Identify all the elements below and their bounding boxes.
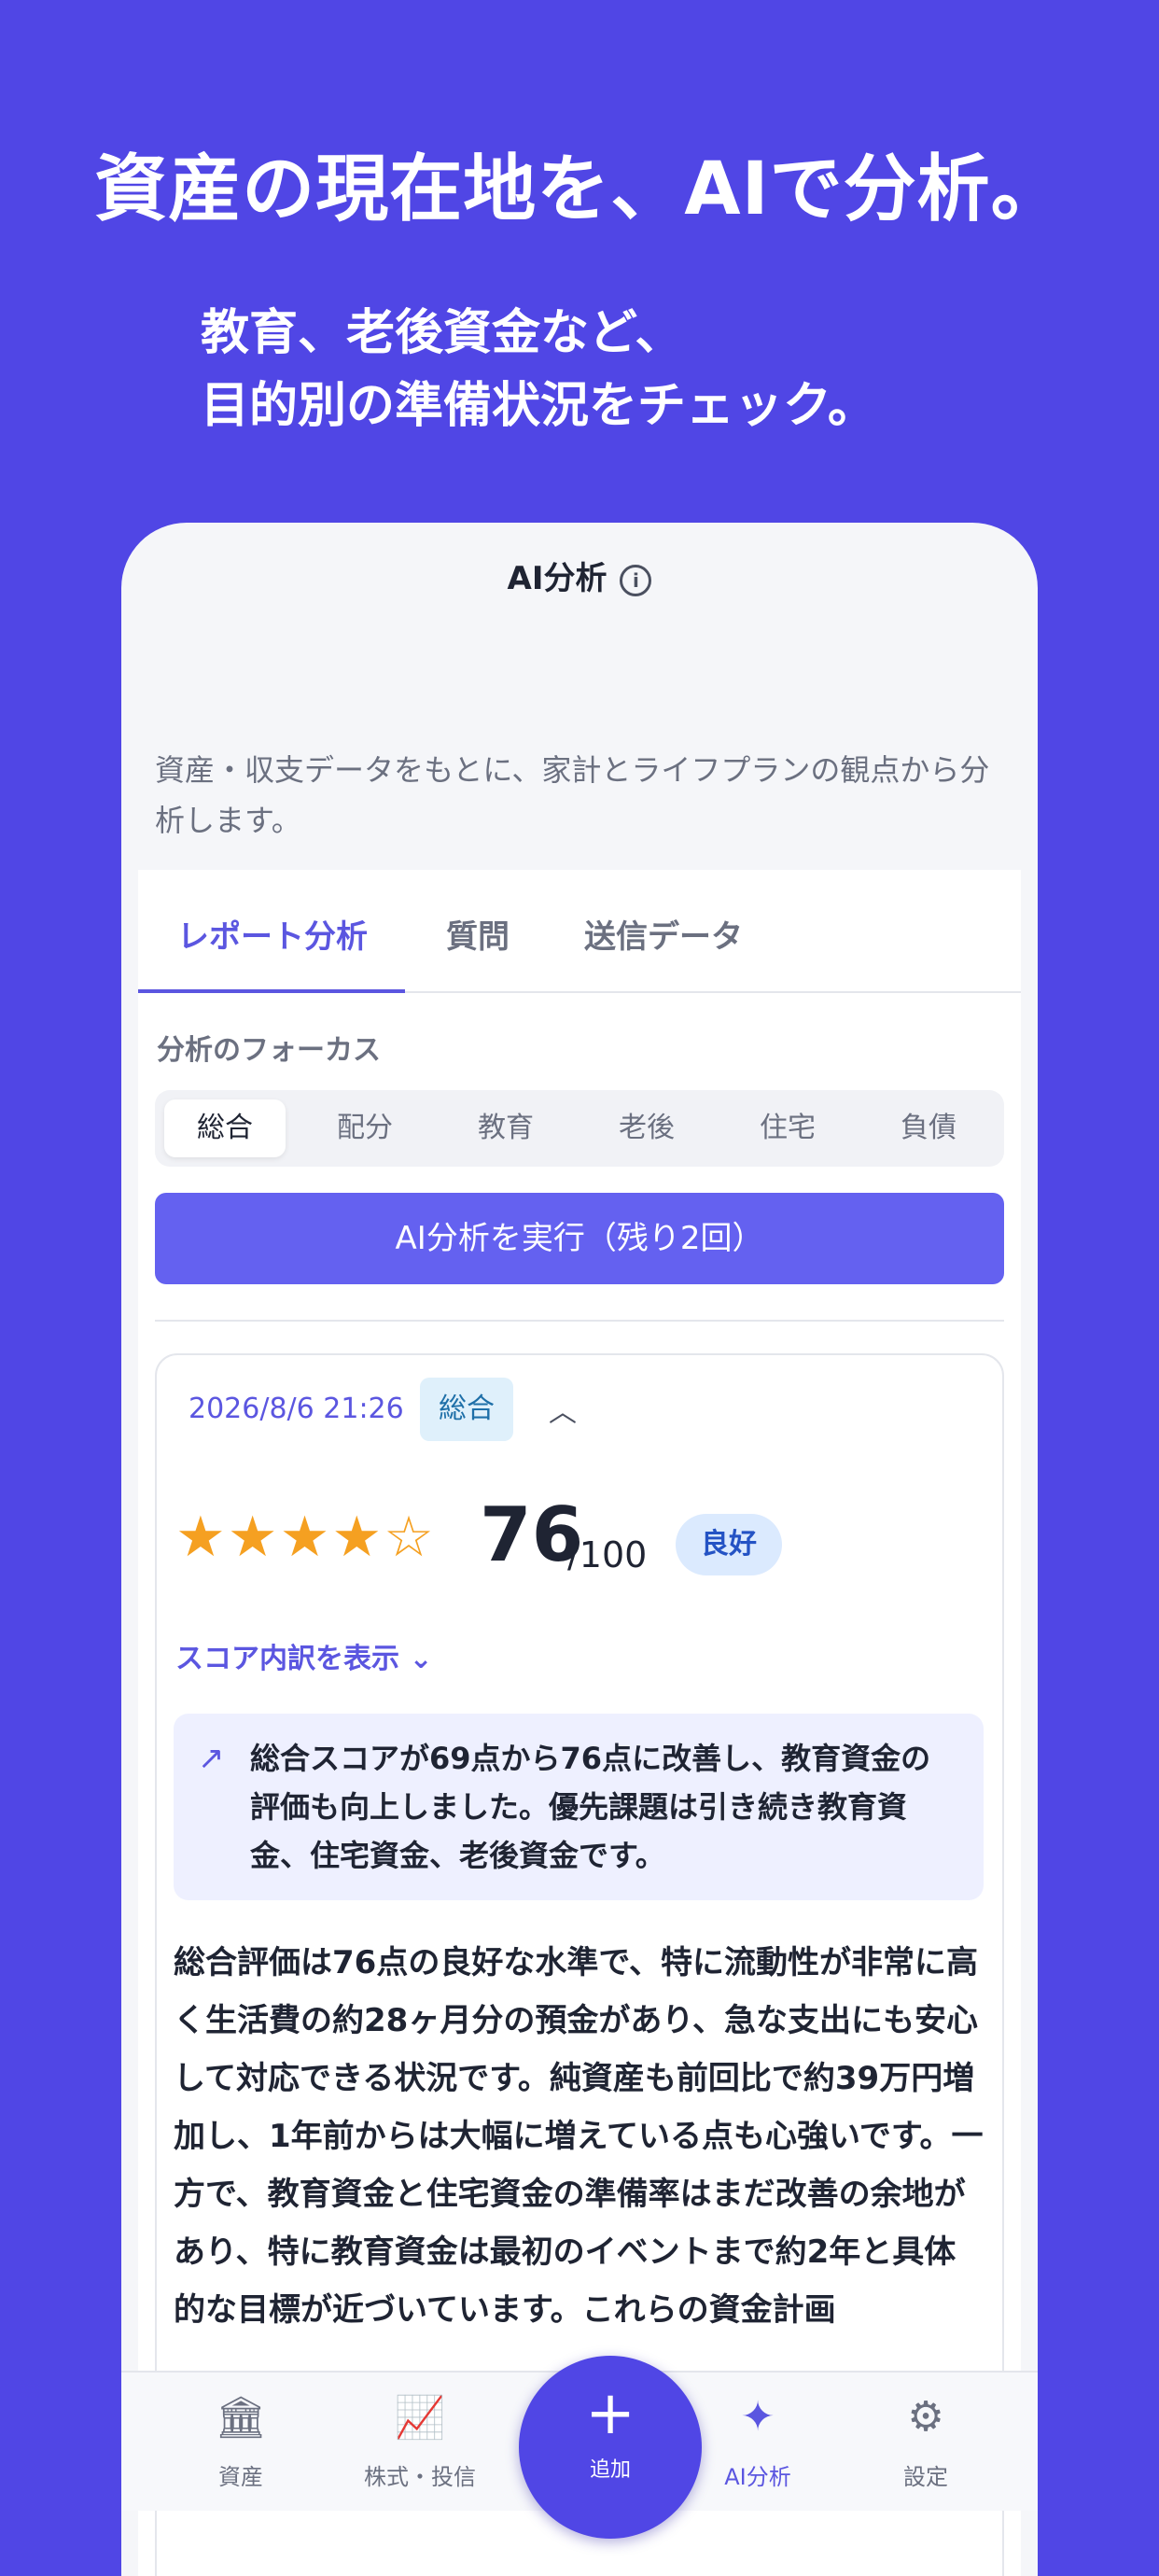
- nav-label-settings: 設定: [903, 2464, 948, 2490]
- nav-label-ai-analysis: AI分析: [724, 2464, 791, 2490]
- tab-question[interactable]: 質問: [446, 911, 510, 957]
- chevron-up-icon[interactable]: ︿: [549, 1389, 577, 1430]
- add-button-label: 追加: [589, 2458, 631, 2482]
- promo-subline-2: 目的別の準備状況をチェック。: [201, 378, 876, 434]
- result-focus-badge: 総合: [420, 1378, 513, 1441]
- chart-icon: 📈: [394, 2394, 446, 2442]
- focus-option-debt[interactable]: 負債: [868, 1099, 989, 1157]
- score-breakdown-label: スコア内訳を表示: [175, 1643, 399, 1675]
- info-icon[interactable]: i: [620, 564, 652, 596]
- rating-stars: ★★★★☆: [175, 1505, 436, 1570]
- analysis-panel: レポート分析 質問 送信データ 分析のフォーカス 総合 配分 教育 老後 住宅 …: [138, 870, 1021, 2576]
- divider: [155, 1320, 1004, 1322]
- summary-text: 総合スコアが69点から76点に改善し、教育資金の評価も向上しました。優先課題は引…: [250, 1741, 931, 1873]
- promo-headline: 資産の現在地を、AIで分析。: [94, 147, 1065, 231]
- active-tab-indicator: [138, 989, 405, 993]
- summary-box: ↗ 総合スコアが69点から76点に改善し、教育資金の評価も向上しました。優先課題…: [174, 1714, 984, 1900]
- gear-icon: ⚙: [907, 2393, 944, 2441]
- focus-option-housing[interactable]: 住宅: [727, 1099, 848, 1157]
- page-title: AI分析: [507, 560, 607, 597]
- nav-item-settings[interactable]: ⚙ 設定: [851, 2373, 1000, 2511]
- intro-text: 資産・収支データをもとに、家計とライフプランの観点から分析します。: [155, 752, 990, 838]
- run-analysis-button[interactable]: AI分析を実行（残り2回）: [155, 1193, 1004, 1284]
- trend-up-icon: ↗: [198, 1740, 225, 1777]
- analysis-body-text: 総合評価は76点の良好な水準で、特に流動性が非常に高く生活費の約28ヶ月分の預金…: [174, 1944, 984, 2329]
- nav-bar: AI分析 i: [121, 553, 1038, 598]
- nav-label-stocks: 株式・投信: [364, 2464, 476, 2490]
- nav-label-assets: 資産: [218, 2464, 263, 2490]
- bank-icon: 🏛: [215, 2394, 267, 2442]
- phone-screen: AI分析 i 資産・収支データをもとに、家計とライフプランの観点から分析します。 …: [121, 523, 1038, 2576]
- nav-item-assets[interactable]: 🏛 資産: [166, 2373, 315, 2511]
- focus-option-education[interactable]: 教育: [445, 1099, 566, 1157]
- grade-badge: 良好: [676, 1514, 782, 1575]
- sparkle-icon: ✦: [740, 2393, 775, 2441]
- score-breakdown-link[interactable]: スコア内訳を表示 ⌄: [175, 1635, 433, 1676]
- focus-option-allocation[interactable]: 配分: [304, 1099, 426, 1157]
- score-max: /100: [567, 1534, 648, 1575]
- tab-sent-data[interactable]: 送信データ: [584, 911, 743, 957]
- nav-item-stocks[interactable]: 📈 株式・投信: [345, 2373, 495, 2511]
- focus-segmented-control: 総合 配分 教育 老後 住宅 負債: [155, 1090, 1004, 1167]
- promo-subline-1: 教育、老後資金など、: [201, 305, 684, 361]
- add-button[interactable]: + 追加: [519, 2356, 702, 2539]
- chevron-down-icon: ⌄: [409, 1643, 433, 1675]
- focus-option-overall[interactable]: 総合: [164, 1099, 286, 1157]
- tab-report[interactable]: レポート分析: [177, 911, 368, 957]
- focus-option-retirement[interactable]: 老後: [586, 1099, 707, 1157]
- nav-item-ai-analysis[interactable]: ✦ AI分析: [683, 2373, 832, 2511]
- focus-label: 分析のフォーカス: [157, 1034, 381, 1067]
- tab-bar: レポート分析 質問 送信データ: [138, 870, 1021, 993]
- plus-icon: +: [585, 2379, 635, 2448]
- result-datetime: 2026/8/6 21:26: [189, 1393, 404, 1425]
